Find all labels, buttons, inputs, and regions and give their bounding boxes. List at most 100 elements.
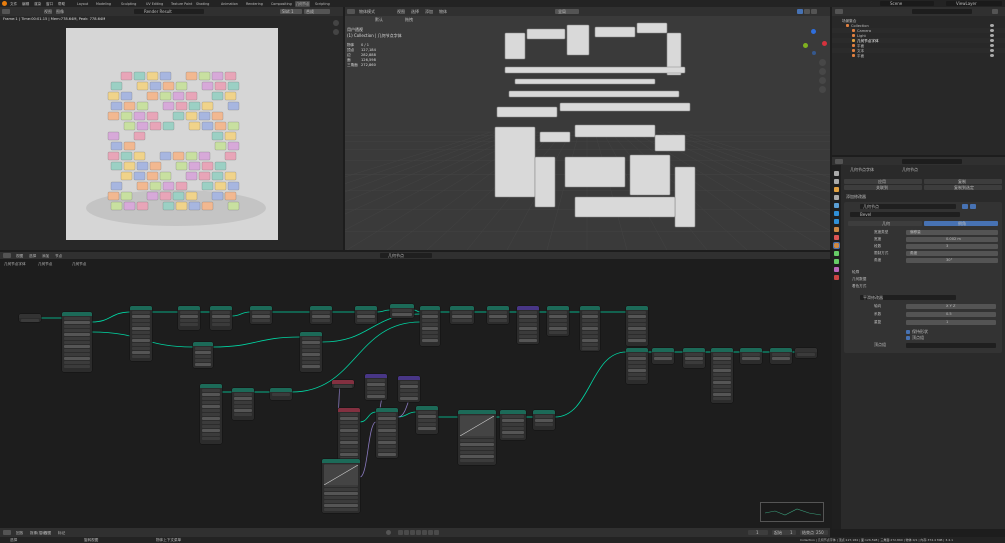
node[interactable] [626, 306, 648, 346]
viewlayer-selector[interactable]: ViewLayer [946, 1, 1002, 6]
top-menu-item[interactable]: 帮助 [58, 1, 65, 7]
workspace-tab[interactable]: 几何节点 [295, 0, 311, 7]
properties-tab-icon[interactable] [834, 235, 839, 240]
scene-selector[interactable]: Scene [880, 1, 934, 6]
filter-icon[interactable] [992, 9, 998, 14]
node[interactable] [626, 348, 648, 384]
property-section-header[interactable]: 轮廓 [852, 269, 859, 275]
current-frame-field[interactable]: 1 [748, 530, 768, 535]
node[interactable] [398, 376, 420, 402]
node[interactable] [416, 406, 438, 434]
node[interactable] [740, 348, 762, 364]
render-slot-selector[interactable]: Render Result [134, 9, 204, 14]
smooth-field[interactable]: 0.5 [906, 311, 996, 317]
playback-button[interactable] [416, 530, 421, 535]
properties-search[interactable] [902, 159, 962, 164]
node[interactable] [332, 380, 354, 388]
properties-tab-icon[interactable] [833, 242, 840, 249]
editor-type-button[interactable] [835, 9, 843, 14]
curve-widget[interactable] [460, 416, 494, 436]
properties-tab-icon[interactable] [834, 267, 839, 272]
smooth-field[interactable]: 1 [906, 319, 996, 325]
pan-icon[interactable] [819, 68, 826, 75]
zoom-icon[interactable] [819, 59, 826, 66]
perspective-icon[interactable] [819, 86, 826, 93]
workspace-tab[interactable]: Texture Paint [170, 1, 193, 7]
node[interactable] [130, 306, 152, 361]
node[interactable] [322, 459, 360, 513]
node[interactable] [517, 306, 539, 344]
node[interactable] [547, 306, 569, 336]
nodegroup-field[interactable]: Bevel [850, 212, 960, 217]
node[interactable] [19, 314, 41, 322]
vertex-group-field[interactable] [906, 343, 996, 348]
add-modifier-button[interactable]: 添加修改器 [846, 194, 866, 200]
camera-view-icon[interactable] [819, 77, 826, 84]
vertex-group-checkbox[interactable] [906, 336, 910, 340]
node[interactable] [683, 348, 705, 368]
smooth-name-field[interactable]: 平滑修改器 [860, 295, 956, 300]
node[interactable] [533, 410, 555, 430]
node[interactable] [193, 342, 213, 368]
property-field[interactable]: 30° [906, 257, 998, 263]
node[interactable] [232, 388, 254, 420]
smooth-field[interactable]: X Y Z [906, 303, 996, 309]
viewport-3d[interactable]: 物体模式 视图 选择 添加 物体 全局 默认 拖拽 用户透视 (1) Collectio… [345, 7, 830, 250]
playback-button[interactable] [410, 530, 415, 535]
node[interactable] [770, 348, 792, 364]
workspace-tab[interactable]: Modeling [95, 1, 112, 7]
apply-button[interactable]: 应用 [844, 179, 922, 184]
node[interactable] [210, 306, 232, 330]
timeline-menu[interactable]: 标记 [58, 530, 65, 536]
visibility-icon[interactable] [990, 29, 994, 32]
properties-tab-icon[interactable] [834, 179, 839, 184]
property-section-header[interactable]: 几何数据 [852, 276, 866, 282]
top-menu-item[interactable]: 渲染 [34, 1, 41, 7]
node[interactable] [711, 348, 733, 403]
properties-tab-icon[interactable] [834, 187, 839, 192]
workspace-tab[interactable]: Layout [76, 1, 89, 7]
timeline-menu[interactable]: 回放 [16, 530, 23, 536]
node-editor[interactable]: 视图 选择 添加 节点 几何节点 几何节点字体 几何节点 几何节点 [0, 252, 830, 528]
workspace-tab[interactable]: Animation [220, 1, 239, 7]
workspace-tab[interactable]: UV Editing [145, 1, 164, 7]
modifier-name-field[interactable]: 几何节点 [860, 204, 956, 209]
node[interactable] [487, 306, 509, 324]
property-field[interactable]: 0.002 m [906, 236, 998, 242]
node[interactable] [250, 306, 272, 324]
properties-tab-icon[interactable] [834, 251, 839, 256]
properties-tab-icon[interactable] [834, 211, 839, 216]
visibility-icon[interactable] [990, 54, 994, 57]
navigation-gizmo[interactable] [800, 29, 828, 57]
node[interactable] [310, 306, 332, 324]
editor-type-button[interactable] [3, 530, 11, 535]
copy-button[interactable]: 复制 [924, 179, 1002, 184]
workspace-tab[interactable]: Compositing [270, 1, 293, 7]
node[interactable] [652, 348, 674, 364]
property-field[interactable]: 3 [906, 243, 998, 249]
visibility-icon[interactable] [990, 39, 994, 42]
copy-selected-button[interactable]: 复制到选定 [924, 185, 1002, 190]
hand-icon[interactable] [333, 29, 339, 35]
axis-z-icon[interactable] [811, 29, 816, 34]
workspace-tab[interactable]: Scripting [314, 1, 331, 7]
property-field[interactable]: 角度 [906, 250, 998, 256]
properties-tab-icon[interactable] [834, 227, 839, 232]
outliner-row[interactable]: 平面 [832, 53, 1005, 58]
keyframe-record-button[interactable] [386, 530, 391, 535]
playback-button[interactable] [398, 530, 403, 535]
node[interactable] [62, 312, 92, 372]
node[interactable] [376, 408, 398, 458]
editor-type-button[interactable] [835, 159, 843, 164]
slot-selector[interactable]: Slot 1 [280, 9, 302, 14]
properties-tab-icon[interactable] [834, 203, 839, 208]
tab-geometry[interactable]: 几何 [848, 221, 922, 226]
node[interactable] [300, 332, 322, 372]
playback-button[interactable] [428, 530, 433, 535]
workspace-tab[interactable]: Rendering [245, 1, 264, 7]
node[interactable] [580, 306, 600, 351]
properties-tab-icon[interactable] [834, 259, 839, 264]
layer-selector[interactable]: 合成 [304, 9, 330, 14]
render-toggle[interactable] [970, 204, 976, 209]
node[interactable] [390, 304, 414, 318]
